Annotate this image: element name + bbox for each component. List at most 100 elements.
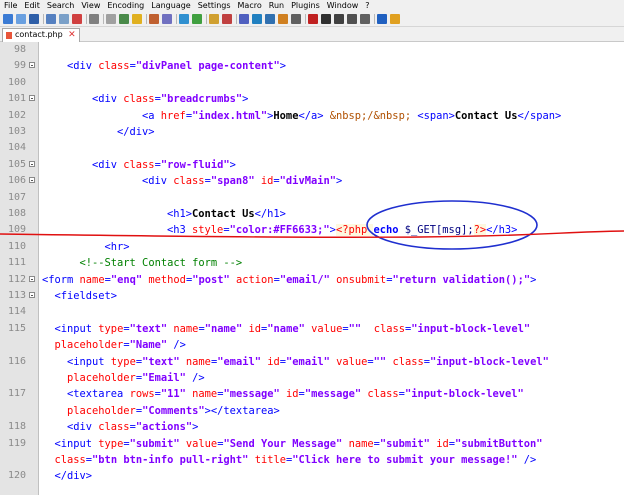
fold-toggle-icon[interactable] bbox=[29, 62, 35, 69]
token-tag: > bbox=[329, 224, 336, 237]
new-icon[interactable] bbox=[3, 14, 13, 24]
menu-edit[interactable]: Edit bbox=[20, 0, 43, 12]
close-all-icon[interactable] bbox=[72, 14, 82, 24]
token-attr: value bbox=[185, 437, 218, 450]
token-txt: Contact Us bbox=[454, 109, 518, 122]
token-cmt: <!--Start Contact form --> bbox=[79, 257, 243, 270]
token-tag: <input bbox=[67, 355, 111, 368]
token-val: "divMain" bbox=[279, 175, 336, 188]
tab-bar: contact.php ✕ bbox=[0, 27, 624, 42]
token-attr: class bbox=[373, 322, 405, 335]
menu-search[interactable]: Search bbox=[43, 0, 77, 12]
token-val: "actions" bbox=[135, 421, 193, 434]
token-attr: name bbox=[192, 388, 218, 401]
token-val: "name" bbox=[204, 322, 243, 335]
token-tag: <div bbox=[92, 158, 124, 171]
token-attr: name bbox=[185, 355, 211, 368]
token-val: "btn btn-info pull-right" bbox=[92, 454, 249, 466]
token-attr: class bbox=[98, 60, 130, 73]
undo-icon[interactable] bbox=[149, 14, 159, 24]
zoom-in-icon[interactable] bbox=[209, 14, 219, 24]
paste-icon[interactable] bbox=[132, 14, 142, 24]
word-wrap-icon[interactable] bbox=[265, 14, 275, 24]
toolbar-separator bbox=[206, 14, 207, 24]
menu-macro[interactable]: Macro bbox=[234, 0, 265, 12]
print-icon[interactable] bbox=[89, 14, 99, 24]
token-attr: class bbox=[367, 388, 399, 401]
token-tag: > bbox=[279, 60, 286, 73]
token-tag: <hr> bbox=[104, 240, 130, 253]
token-attr: type bbox=[98, 322, 124, 335]
open-icon[interactable] bbox=[16, 14, 26, 24]
find-icon[interactable] bbox=[179, 14, 189, 24]
menu-run[interactable]: Run bbox=[265, 0, 287, 12]
token-val: "Send Your Message" bbox=[223, 437, 343, 450]
fold-toggle-icon[interactable] bbox=[29, 177, 35, 184]
save-all-icon[interactable] bbox=[46, 14, 56, 24]
fold-toggle-icon[interactable] bbox=[29, 275, 35, 282]
token-txt: Home bbox=[273, 109, 299, 122]
token-attr: value bbox=[311, 322, 343, 335]
token-attr: style bbox=[192, 224, 224, 237]
token-attr: id bbox=[260, 175, 274, 188]
play-macro-icon[interactable] bbox=[334, 14, 344, 24]
toolbar-separator bbox=[146, 14, 147, 24]
token-attr: name bbox=[173, 322, 199, 335]
menu-encoding[interactable]: Encoding bbox=[103, 0, 147, 12]
all-chars-icon[interactable] bbox=[278, 14, 288, 24]
spellcheck-icon[interactable] bbox=[377, 14, 387, 24]
save-icon[interactable] bbox=[29, 14, 39, 24]
php-file-icon bbox=[6, 32, 12, 39]
fold-toggle-icon[interactable] bbox=[29, 292, 35, 298]
token-val: "post" bbox=[192, 273, 230, 286]
token-val: "message" bbox=[304, 388, 362, 401]
token-tag: /> bbox=[185, 372, 205, 384]
doc-map-icon[interactable] bbox=[390, 14, 400, 24]
replace-icon[interactable] bbox=[192, 14, 202, 24]
token-attr: class bbox=[54, 454, 86, 466]
toolbar-separator bbox=[305, 14, 306, 24]
token-tag: </a> bbox=[298, 109, 324, 122]
token-attr: name bbox=[79, 273, 105, 286]
token-val: "return validation();" bbox=[392, 273, 531, 286]
toolbar-separator bbox=[103, 14, 104, 24]
code-line: 120 </div> bbox=[0, 466, 624, 486]
token-val: "email" bbox=[217, 355, 261, 368]
token-tag: /> bbox=[167, 339, 186, 352]
save-macro-icon[interactable] bbox=[360, 14, 370, 24]
menu-file[interactable]: File bbox=[0, 0, 20, 12]
menu-window[interactable]: Window bbox=[323, 0, 362, 12]
zoom-out-icon[interactable] bbox=[222, 14, 232, 24]
menu-plugins[interactable]: Plugins bbox=[287, 0, 323, 12]
stop-macro-icon[interactable] bbox=[321, 14, 331, 24]
sync-v-icon[interactable] bbox=[239, 14, 249, 24]
token-val: "input-block-level" bbox=[404, 388, 524, 401]
sync-h-icon[interactable] bbox=[252, 14, 262, 24]
code-editor[interactable]: 98 99 <div class="divPanel page-content"> 1… bbox=[0, 42, 624, 495]
close-icon[interactable]: ✕ bbox=[68, 29, 76, 41]
menu-view[interactable]: View bbox=[77, 0, 103, 12]
token-val: "Email" bbox=[142, 372, 186, 384]
menu-language[interactable]: Language bbox=[147, 0, 193, 12]
fold-toggle-icon[interactable] bbox=[29, 95, 35, 102]
token-val: "input-block-level" bbox=[429, 355, 549, 368]
play-multiple-icon[interactable] bbox=[347, 14, 357, 24]
token-val: "Name" bbox=[129, 339, 168, 352]
token-tag: </span> bbox=[517, 109, 562, 122]
fold-toggle-icon[interactable] bbox=[29, 160, 35, 167]
token-attr: placeholder bbox=[54, 339, 124, 352]
token-val: "text" bbox=[129, 322, 168, 335]
menu-help[interactable]: ? bbox=[361, 0, 372, 12]
record-macro-icon[interactable] bbox=[308, 14, 318, 24]
token-val: "email/" bbox=[279, 273, 330, 286]
token-val: "message" bbox=[223, 388, 280, 401]
close-icon[interactable] bbox=[59, 14, 69, 24]
token-tag: </h1> bbox=[254, 208, 286, 220]
cut-icon[interactable] bbox=[106, 14, 116, 24]
copy-icon[interactable] bbox=[119, 14, 129, 24]
tab-contact-php[interactable]: contact.php ✕ bbox=[2, 28, 80, 42]
token-tag: </div> bbox=[54, 470, 93, 483]
indent-guide-icon[interactable] bbox=[291, 14, 301, 24]
menu-settings[interactable]: Settings bbox=[194, 0, 234, 12]
redo-icon[interactable] bbox=[162, 14, 172, 24]
